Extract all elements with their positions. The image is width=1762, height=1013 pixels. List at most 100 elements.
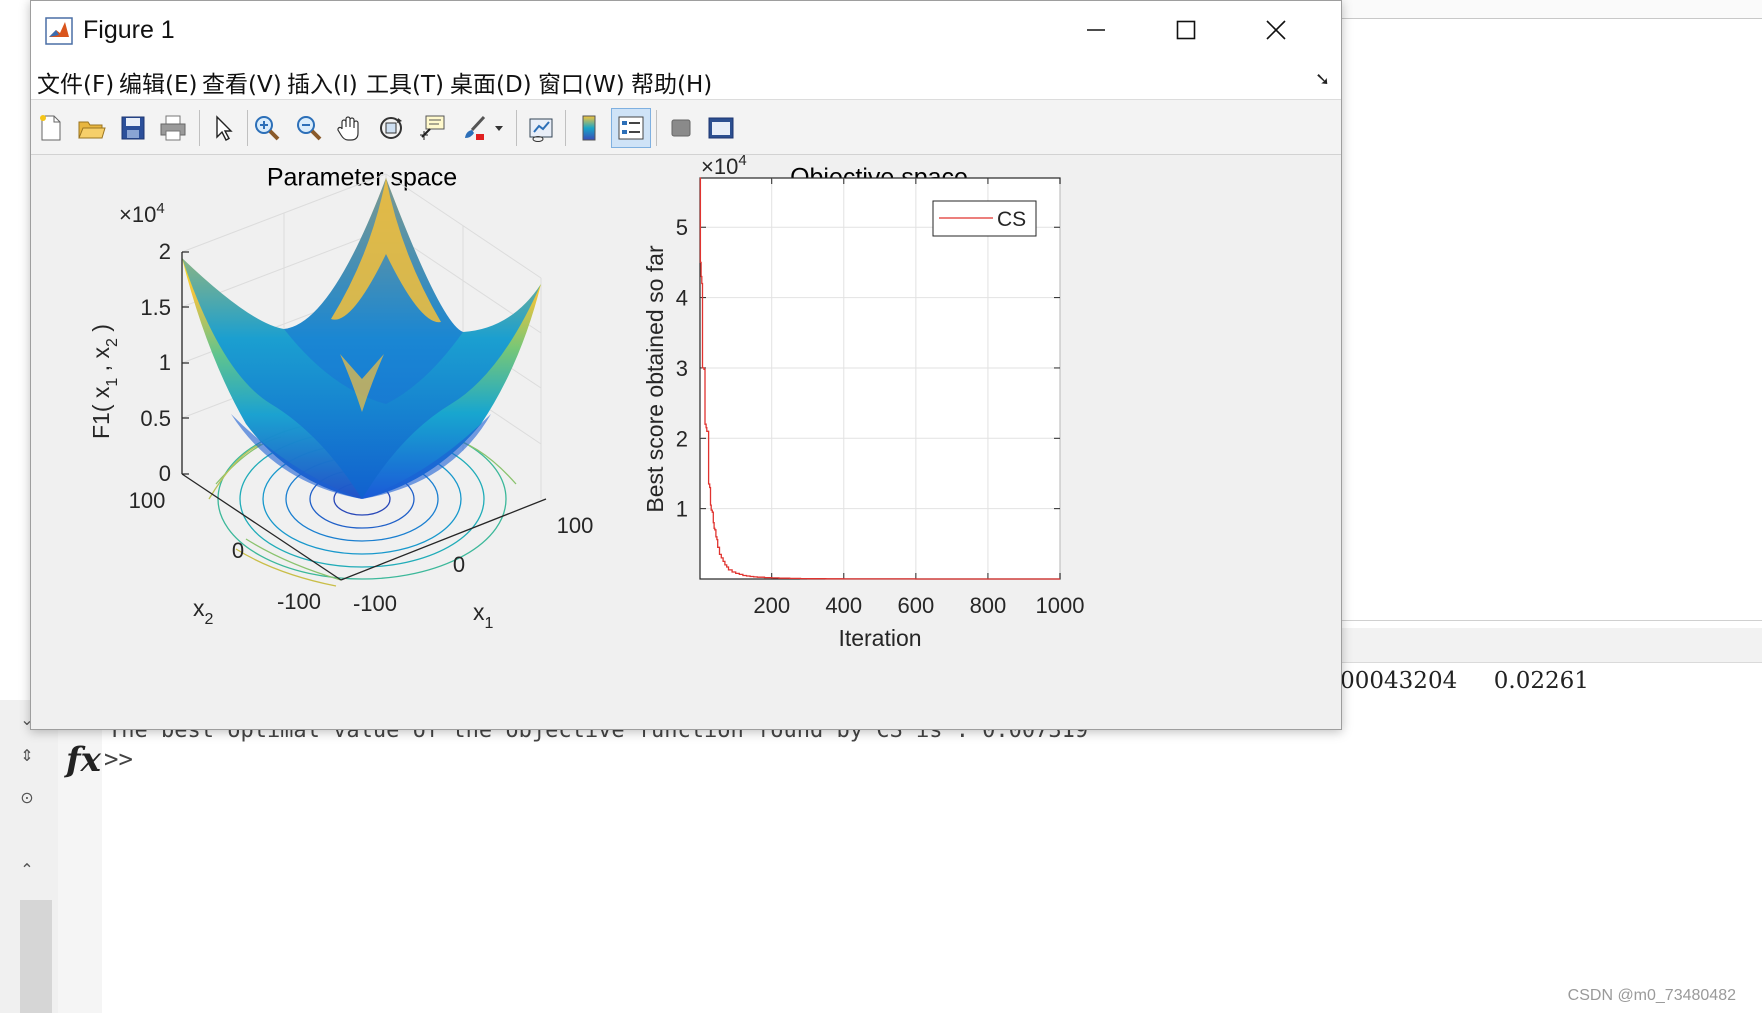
edit-plot-button[interactable] [203,108,243,148]
x-tick-label: 200 [753,593,790,618]
dropdown-arrow-icon [495,126,503,131]
surface-axes[interactable]: Parameter space 2 1.5 1 0.5 0 ×104 100 0… [88,164,593,632]
toolbar-separator [516,110,517,146]
pointer-arrow-icon [216,115,233,141]
y-tick-label: 4 [676,286,688,311]
menu-desktop[interactable]: 桌面(D) [450,65,532,99]
watermark: CSDN @m0_73480482 [1567,987,1736,1004]
z-tick-label: 1.5 [140,295,171,320]
x-tick-label: 0 [453,552,465,577]
insert-legend-button[interactable] [611,108,651,148]
show-plot-tools-icon [708,117,734,139]
toolbar-separator [656,110,657,146]
hide-plot-tools-icon [671,119,691,137]
y-tick-label: 2 [676,426,688,451]
menu-bar: 文件(F) 编辑(E) 查看(V) 插入(I) 工具(T) 桌面(D) 窗口(W… [31,59,1341,99]
x-tick-label: 800 [970,593,1007,618]
link-plot-icon [529,118,553,142]
y-tick-label: 3 [676,356,688,381]
toolbar-separator [199,110,200,146]
objective-plot-box [699,177,1061,580]
menu-edit[interactable]: 编辑(E) [119,65,197,99]
function-browser-icon[interactable]: fx [66,740,101,780]
figure-canvas[interactable]: Parameter space 2 1.5 1 0.5 0 ×104 100 0… [31,154,1341,729]
print-button[interactable] [153,108,193,148]
minimize-icon [1087,29,1105,31]
surface-ylabel: x2 [193,595,214,628]
spinner-arrows-icon[interactable]: ⇕ [0,746,54,765]
data-cursor-button[interactable] [412,108,452,148]
surface-zlabel: F1( x1 , x2 ) [88,324,121,439]
colorbar-icon [582,115,596,141]
rotate-3d-button[interactable] [371,108,411,148]
legend-icon [618,116,644,140]
objective-axes[interactable]: Objective space ×104 2004006008001000123… [642,154,1084,651]
left-scrollbar[interactable] [20,900,52,1013]
title-bar[interactable]: Figure 1 [31,1,1341,59]
dock-arrow-icon[interactable]: ➘ [1315,69,1330,90]
data-cursor-icon [420,115,445,140]
x-tick-label: 600 [897,593,934,618]
minimize-button[interactable] [1051,1,1141,59]
menu-window[interactable]: 窗口(W) [538,65,625,99]
y-tick-label: 1 [676,497,688,522]
menu-tools[interactable]: 工具(T) [366,65,444,99]
matlab-logo-icon [45,17,73,45]
y-tick-label: -100 [277,589,321,614]
y-multiplier: ×104 [701,154,747,179]
brush-icon [465,115,486,140]
scroll-up-icon[interactable]: ⌃ [0,860,54,879]
z-tick-label: 2 [159,239,171,264]
plot-area: Parameter space 2 1.5 1 0.5 0 ×104 100 0… [31,154,1341,729]
x-tick-label: -100 [353,591,397,616]
link-plot-button[interactable] [521,108,561,148]
z-multiplier: ×104 [119,200,165,227]
maximize-icon [1176,20,1196,40]
menu-help[interactable]: 帮助(H) [631,65,712,99]
menu-insert[interactable]: 插入(I) [287,65,358,99]
menu-file[interactable]: 文件(F) [37,65,114,99]
open-folder-icon [78,121,106,139]
toolbar-separator [565,110,566,146]
zoom-in-icon [255,116,280,141]
surface-ticks [182,251,189,475]
zoom-out-icon [297,116,322,141]
y-tick-labels: 100 0 -100 [129,488,321,614]
objective-ylabel: Best score obtained so far [642,245,668,513]
objective-xlabel: Iteration [838,625,921,651]
new-figure-button[interactable] [31,108,71,148]
zoom-out-button[interactable] [289,108,329,148]
dropdown-circle-icon[interactable]: ⊙ [0,788,54,807]
menu-view[interactable]: 查看(V) [202,65,282,99]
printer-icon [160,115,186,141]
open-file-button[interactable] [71,108,111,148]
x-tick-label: 400 [825,593,862,618]
z-tick-label: 0.5 [140,406,171,431]
close-button[interactable] [1231,1,1321,59]
maximize-button[interactable] [1141,1,1231,59]
insert-colorbar-button[interactable] [569,108,609,148]
command-prompt[interactable]: >> [104,745,133,773]
show-plot-tools-button[interactable] [701,108,741,148]
zoom-in-button[interactable] [247,108,287,148]
x-tick-label: 100 [557,513,594,538]
surface-title: Parameter space [267,164,457,192]
save-disk-icon [121,116,145,140]
y-tick-label: 0 [232,538,244,563]
brush-dropdown-button[interactable] [489,108,509,148]
legend[interactable]: CS [932,200,1037,237]
z-tick-labels: 2 1.5 1 0.5 0 [140,239,171,486]
x-tick-label: 1000 [1036,593,1085,618]
hide-plot-tools-button[interactable] [661,108,701,148]
new-file-icon [40,115,61,141]
pan-hand-icon [337,116,359,141]
surface-mesh [182,178,541,499]
y-tick-label: 100 [129,488,166,513]
z-tick-label: 0 [159,461,171,486]
figure-window: Figure 1 文件(F) 编辑(E) 查看(V) 插入(I) 工具(T) 桌… [30,0,1342,730]
pan-button[interactable] [329,108,369,148]
window-title: Figure 1 [83,16,175,44]
save-button[interactable] [113,108,153,148]
surface-xlabel: x1 [473,599,494,632]
legend-label-cs: CS [997,208,1026,231]
